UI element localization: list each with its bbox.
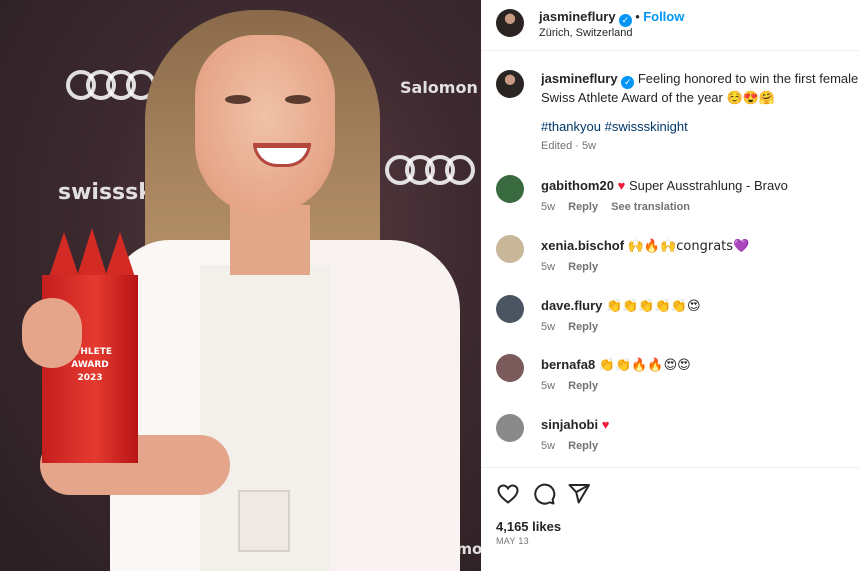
neck <box>230 205 310 275</box>
backdrop-logo: Salomon <box>400 78 478 97</box>
share-icon[interactable] <box>567 482 591 506</box>
avatar[interactable] <box>496 9 524 37</box>
reply-button[interactable]: Reply <box>568 261 598 273</box>
action-bar: 4,165 likes MAY 13 <box>481 467 859 571</box>
reply-button[interactable]: Reply <box>568 440 598 452</box>
reply-button[interactable]: Reply <box>568 380 598 392</box>
heart-emoji: ♥ <box>601 417 610 432</box>
comment-username[interactable]: bernafa8 <box>541 357 595 372</box>
username[interactable]: jasmineflury <box>539 9 616 24</box>
comment-time: 5w <box>541 261 556 273</box>
avatar[interactable] <box>496 235 524 263</box>
sleeve-cuff <box>238 490 290 552</box>
like-count[interactable]: 4,165 likes <box>496 519 561 534</box>
award-line: 2023 <box>77 373 103 383</box>
separator-dot: • <box>635 9 640 24</box>
comment-text: 👏👏👏👏👏😍 <box>606 299 701 314</box>
heart-emoji: ♥ <box>617 178 626 193</box>
comment-icon[interactable] <box>532 482 556 506</box>
comment-username[interactable]: xenia.bischof <box>541 238 624 253</box>
comment-username[interactable]: sinjahobi <box>541 417 598 432</box>
see-translation-button[interactable]: See translation <box>611 201 690 213</box>
audi-logo <box>385 155 475 185</box>
caption-username[interactable]: jasmineflury <box>541 71 618 86</box>
audi-logo <box>66 70 156 100</box>
comment: bernafa8 👏👏🔥🔥😍😍 5w Reply <box>481 354 859 412</box>
comment: gabithom20 ♥ Super Ausstrahlung - Bravo … <box>481 175 859 233</box>
post-date: MAY 13 <box>496 536 529 546</box>
comment-time: 5w <box>541 380 556 392</box>
post-side-panel: jasmineflury ✓ • Follow Zürich, Switzerl… <box>481 0 859 571</box>
eye <box>225 95 251 104</box>
eye <box>285 95 311 104</box>
follow-button[interactable]: Follow <box>643 9 684 24</box>
comment-time: 5w <box>541 440 556 452</box>
post-header: jasmineflury ✓ • Follow Zürich, Switzerl… <box>481 0 859 51</box>
caption-meta: Edited · 5w <box>541 140 597 152</box>
post-photo[interactable]: swissski Salomon Salomon ATHLETE AWARD 2… <box>0 0 481 571</box>
comment: dave.flury 👏👏👏👏👏😍 5w Reply <box>481 295 859 353</box>
comment-username[interactable]: gabithom20 <box>541 178 614 193</box>
avatar[interactable] <box>496 414 524 442</box>
comment-time: 5w <box>541 321 556 333</box>
reply-button[interactable]: Reply <box>568 321 598 333</box>
avatar[interactable] <box>496 354 524 382</box>
avatar[interactable] <box>496 295 524 323</box>
award-top <box>48 228 136 280</box>
like-heart-icon[interactable] <box>496 482 520 506</box>
face <box>195 35 335 215</box>
comment-text: Super Ausstrahlung - Bravo <box>628 178 788 193</box>
verified-badge-icon: ✓ <box>618 14 632 27</box>
comment-text: 👏👏🔥🔥😍😍 <box>598 358 691 373</box>
comment-text: 🙌🔥🙌congrats💜 <box>627 239 750 254</box>
comment-time: 5w <box>541 201 556 213</box>
reply-button[interactable]: Reply <box>568 201 598 213</box>
verified-badge-icon: ✓ <box>621 76 635 89</box>
comment: xenia.bischof 🙌🔥🙌congrats💜 5w Reply <box>481 235 859 293</box>
avatar[interactable] <box>496 175 524 203</box>
caption: jasmineflury ✓ Feeling honored to win th… <box>541 70 859 106</box>
hashtags[interactable]: #thankyou #swissskinight <box>541 119 688 134</box>
hand <box>22 298 82 368</box>
location-link[interactable]: Zürich, Switzerland <box>539 27 633 39</box>
avatar[interactable] <box>496 70 524 98</box>
comment-username[interactable]: dave.flury <box>541 298 602 313</box>
comment: sinjahobi ♥ 5w Reply <box>481 414 859 472</box>
